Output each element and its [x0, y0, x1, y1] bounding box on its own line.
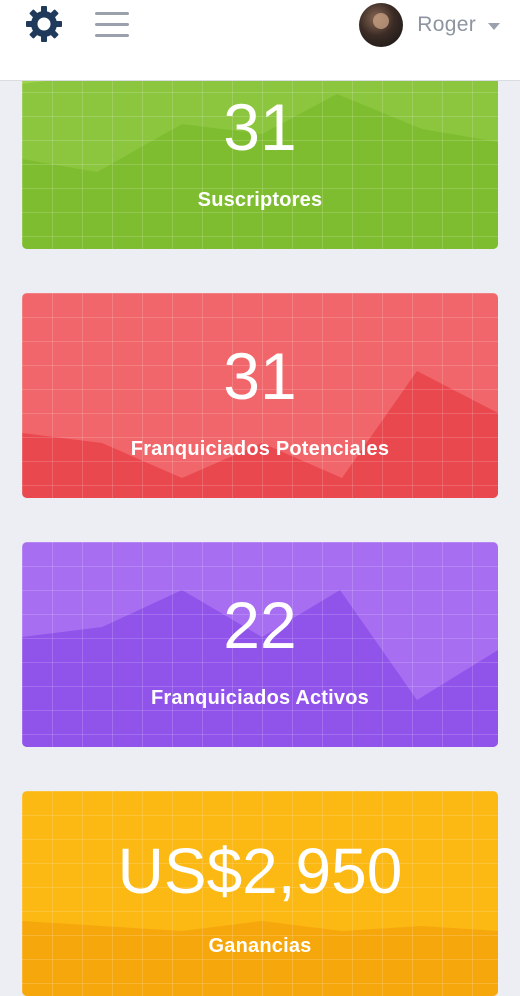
menu-icon[interactable]	[95, 12, 129, 38]
username[interactable]: Roger	[417, 13, 476, 37]
gear-icon[interactable]	[24, 4, 64, 44]
stat-value: US$2,950	[117, 835, 403, 907]
top-bar: Roger	[0, 0, 520, 81]
stat-value: 22	[223, 588, 297, 662]
menu-line	[95, 34, 129, 37]
stat-label: Suscriptores	[197, 189, 323, 211]
stat-card-franquiciados-activos[interactable]: 22 Franquiciados Activos	[22, 542, 498, 747]
avatar[interactable]	[359, 3, 404, 47]
stat-label: Franquiciados Potenciales	[130, 438, 390, 460]
chevron-down-icon[interactable]	[488, 23, 500, 30]
stat-value: 31	[223, 90, 297, 164]
stat-label: Franquiciados Activos	[151, 687, 369, 709]
stat-card-franquiciados-potenciales[interactable]: 31 Franquiciados Potenciales	[22, 293, 498, 498]
menu-line	[95, 23, 129, 26]
user-menu[interactable]: Roger	[359, 2, 500, 48]
stat-card-ganancias[interactable]: US$2,950 Ganancias	[22, 791, 498, 996]
stat-label: Ganancias	[208, 935, 312, 957]
menu-line	[95, 12, 129, 15]
stat-value: 31	[223, 339, 297, 413]
